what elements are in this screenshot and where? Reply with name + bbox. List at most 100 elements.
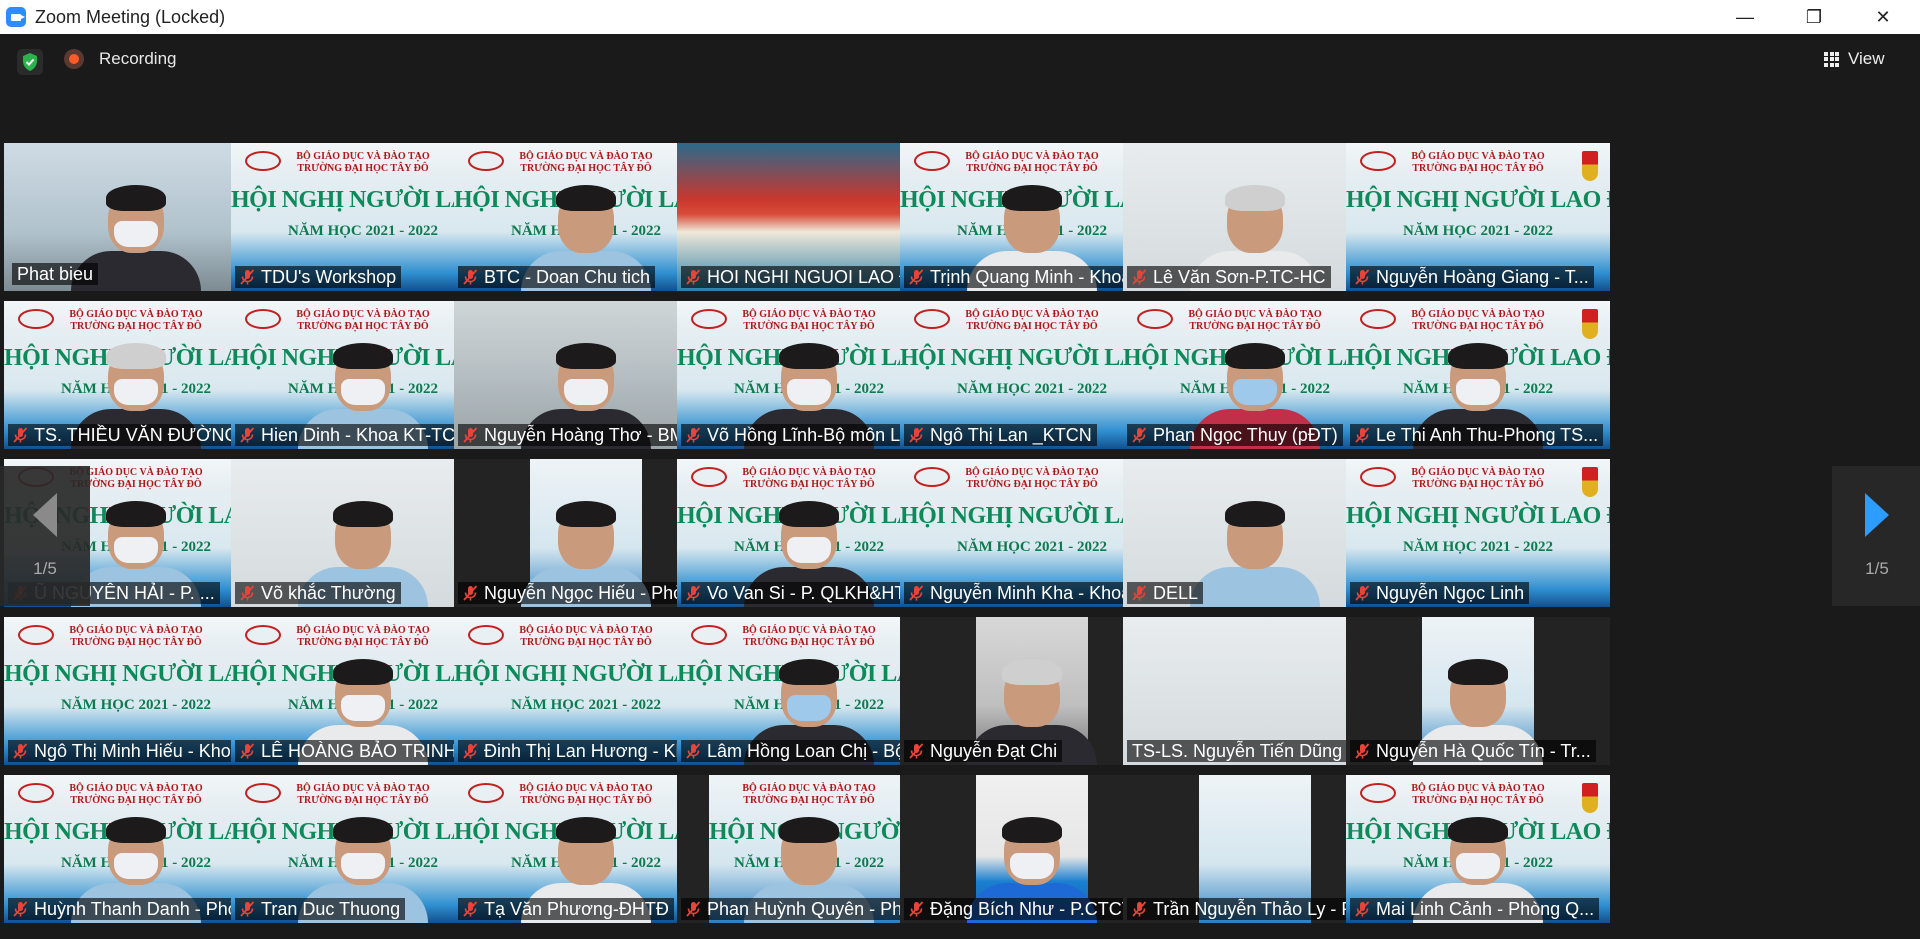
participant-nameplate: Mai Linh Cảnh - Phòng Q... xyxy=(1350,898,1600,920)
participant-name: Huỳnh Thanh Danh - Phò... xyxy=(34,899,253,919)
participant-name: BTC - Doan Chu tich xyxy=(484,267,651,287)
minimize-icon: — xyxy=(1736,6,1754,27)
participant-nameplate: Đinh Thị Lan Hương - Kh... xyxy=(458,740,706,762)
participant-name: HOI NGHI NGUOI LAO Đ... xyxy=(707,267,928,287)
banner-text: BỘ GIÁO DỤC VÀ ĐÀO TẠO xyxy=(69,625,203,636)
participant-name: Phat bieu xyxy=(17,264,94,284)
muted-mic-icon xyxy=(461,900,479,918)
next-page-button[interactable]: 1/5 xyxy=(1832,466,1920,606)
recording-label: Recording xyxy=(99,49,177,68)
participant-name: LÊ HOÀNG BẢO TRINH - ... xyxy=(261,741,486,761)
participant-name: Trần Nguyễn Thảo Ly - P... xyxy=(1153,899,1367,919)
close-button[interactable]: ✕ xyxy=(1848,0,1918,34)
muted-mic-icon xyxy=(11,742,29,760)
participant-nameplate: Nguyễn Hoàng Thơ - BM.... xyxy=(458,424,710,446)
participant-nameplate: Phan Ngọc Thuy (pĐT) xyxy=(1127,424,1343,446)
participant-name: Võ Hồng Lĩnh-Bộ môn Lu... xyxy=(707,425,926,445)
participant-name: Nguyễn Hoàng Thơ - BM.... xyxy=(484,425,705,445)
muted-mic-icon xyxy=(684,268,702,286)
participant-nameplate: Tran Duc Thuong xyxy=(235,898,406,920)
participant-nameplate: HOI NGHI NGUOI LAO Đ... xyxy=(681,266,933,288)
participant-nameplate: BTC - Doan Chu tich xyxy=(458,266,656,288)
participant-tile[interactable]: BỘ GIÁO DỤC VÀ ĐÀO TẠO TRƯỜNG ĐẠI HỌC TÂY… xyxy=(1346,143,1610,291)
banner-text: TRƯỜNG ĐẠI HỌC TÂY ĐÔ xyxy=(1412,163,1544,174)
participant-nameplate: Ngô Thị Minh Hiếu - Kho... xyxy=(8,740,251,762)
participant-video xyxy=(1190,501,1320,607)
muted-mic-icon xyxy=(1130,584,1148,602)
participant-nameplate: Nguyễn Đạt Chi xyxy=(904,740,1063,762)
recording-icon xyxy=(64,49,84,69)
participant-name: Mai Linh Cảnh - Phòng Q... xyxy=(1376,899,1595,919)
participant-name: Trịnh Quang Minh - Khoa... xyxy=(930,267,1147,287)
close-icon: ✕ xyxy=(1875,6,1891,27)
muted-mic-icon xyxy=(1353,268,1371,286)
page-indicator-right: 1/5 xyxy=(1865,559,1889,578)
banner-text: HỘI NGHỊ NGƯỜI LAO ĐỘNG xyxy=(4,661,268,687)
muted-mic-icon xyxy=(1353,426,1371,444)
participant-name: Ngô Thị Lan _KTCN xyxy=(930,425,1092,445)
view-button[interactable]: View xyxy=(1824,44,1885,74)
participant-nameplate: Tạ Văn Phương-ĐHTĐ xyxy=(458,898,674,920)
participant-tile[interactable]: BỘ GIÁO DỤC VÀ ĐÀO TẠO TRƯỜNG ĐẠI HỌC TÂY… xyxy=(4,775,268,923)
participant-tile[interactable]: BỘ GIÁO DỤC VÀ ĐÀO TẠO TRƯỜNG ĐẠI HỌC TÂY… xyxy=(1346,301,1610,449)
participant-tile[interactable]: Nguyễn Hà Quốc Tín - Tr... xyxy=(1346,617,1610,765)
participant-tile[interactable]: Phat bieu xyxy=(4,143,268,291)
participant-tile[interactable]: BỘ GIÁO DỤC VÀ ĐÀO TẠO TRƯỜNG ĐẠI HỌC TÂY… xyxy=(1346,775,1610,923)
participant-name: TS-LS. Nguyễn Tiến Dũng xyxy=(1132,741,1343,761)
minimize-button[interactable]: — xyxy=(1710,0,1780,34)
participant-nameplate: DELL xyxy=(1127,582,1204,604)
participant-name: Đinh Thị Lan Hương - Kh... xyxy=(484,741,701,761)
maximize-button[interactable]: ❐ xyxy=(1779,0,1849,34)
muted-mic-icon xyxy=(907,900,925,918)
security-button[interactable] xyxy=(17,49,43,75)
window-titlebar: Zoom Meeting (Locked) — ❐ ✕ xyxy=(0,0,1920,34)
banner-text: TRƯỜNG ĐẠI HỌC TÂY ĐÔ xyxy=(70,637,202,648)
participant-nameplate: Lê Văn Sơn-P.TC-HC xyxy=(1127,266,1331,288)
muted-mic-icon xyxy=(1130,426,1148,444)
muted-mic-icon xyxy=(1353,584,1371,602)
view-label: View xyxy=(1848,49,1885,68)
participant-name: Tran Duc Thuong xyxy=(261,899,401,919)
muted-mic-icon xyxy=(907,742,925,760)
participant-name: Tạ Văn Phương-ĐHTĐ xyxy=(484,899,669,919)
arrow-left-icon xyxy=(33,493,57,537)
participant-nameplate: Phat bieu xyxy=(12,263,99,285)
participant-name: TS. THIỀU VĂN ĐƯỜNG - ... xyxy=(34,425,259,445)
participant-tile[interactable]: BỘ GIÁO DỤC VÀ ĐÀO TẠO TRƯỜNG ĐẠI HỌC TÂY… xyxy=(4,301,268,449)
muted-mic-icon xyxy=(684,584,702,602)
participant-name: TDU's Workshop xyxy=(261,267,397,287)
muted-mic-icon xyxy=(238,742,256,760)
participant-nameplate: Võ Hồng Lĩnh-Bộ môn Lu... xyxy=(681,424,931,446)
banner-text: TRƯỜNG ĐẠI HỌC TÂY ĐÔ xyxy=(1412,479,1544,490)
muted-mic-icon xyxy=(684,900,702,918)
banner-text: TRƯỜNG ĐẠI HỌC TÂY ĐÔ xyxy=(1412,795,1544,806)
muted-mic-icon xyxy=(11,426,29,444)
previous-page-button[interactable]: 1/5 xyxy=(0,466,90,606)
banner-text: TRƯỜNG ĐẠI HỌC TÂY ĐÔ xyxy=(1412,321,1544,332)
banner-text: BỘ GIÁO DỤC VÀ ĐÀO TẠO xyxy=(1411,309,1545,320)
muted-mic-icon xyxy=(684,426,702,444)
participant-name: Ngô Thị Minh Hiếu - Kho... xyxy=(34,741,246,761)
participant-nameplate: Nguyễn Ngọc Linh xyxy=(1350,582,1530,604)
shield-check-icon xyxy=(23,53,37,71)
muted-mic-icon xyxy=(907,584,925,602)
participant-nameplate: Đặng Bích Như - P.CTCT-... xyxy=(904,898,1158,920)
participant-nameplate: Le Thi Anh Thu-Phong TS... xyxy=(1350,424,1604,446)
participant-nameplate: Hien Dinh - Khoa KT-TC-... xyxy=(235,424,482,446)
banner-text: BỘ GIÁO DỤC VÀ ĐÀO TẠO xyxy=(1411,783,1545,794)
participant-tile[interactable]: BỘ GIÁO DỤC VÀ ĐÀO TẠO TRƯỜNG ĐẠI HỌC TÂY… xyxy=(1346,459,1610,607)
banner-text: NĂM HỌC 2021 - 2022 xyxy=(61,697,211,713)
muted-mic-icon xyxy=(1353,742,1371,760)
banner-text: TRƯỜNG ĐẠI HỌC TÂY ĐÔ xyxy=(70,321,202,332)
muted-mic-icon xyxy=(238,900,256,918)
participant-name: Nguyễn Ngọc Hiếu - Phò... xyxy=(484,583,699,603)
participant-tile[interactable]: BỘ GIÁO DỤC VÀ ĐÀO TẠO TRƯỜNG ĐẠI HỌC TÂY… xyxy=(4,617,268,765)
participant-nameplate: Lâm Hồng Loan Chị - Bộ ... xyxy=(681,740,931,762)
banner-text: NĂM HỌC 2021 - 2022 xyxy=(1403,223,1553,239)
banner-text: BỘ GIÁO DỤC VÀ ĐÀO TẠO xyxy=(1411,467,1545,478)
recording-indicator[interactable]: Recording xyxy=(64,49,177,69)
participant-name: Nguyễn Ngọc Linh xyxy=(1376,583,1525,603)
banner-text: BỘ GIÁO DỤC VÀ ĐÀO TẠO xyxy=(69,309,203,320)
participant-name: Lâm Hồng Loan Chị - Bộ ... xyxy=(707,741,926,761)
participant-name: DELL xyxy=(1153,583,1199,603)
